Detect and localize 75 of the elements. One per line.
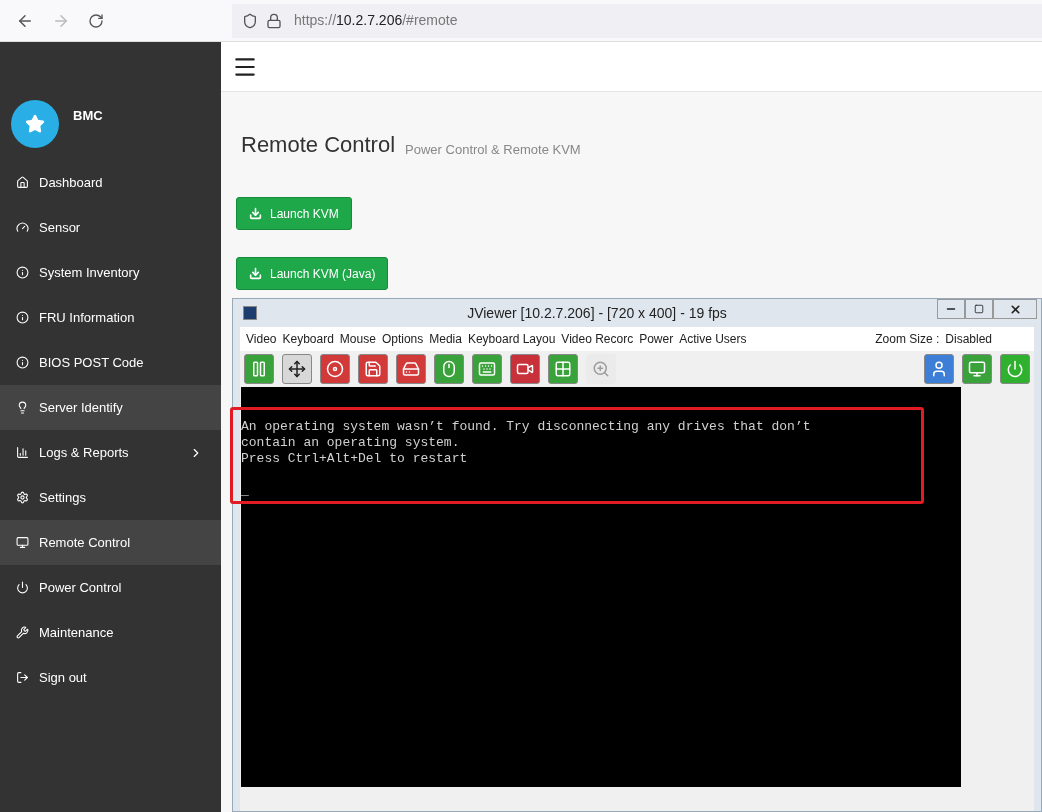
menu-item[interactable]: Options xyxy=(381,330,424,348)
lock-icon xyxy=(266,12,282,29)
page-subtitle: Power Control & Remote KVM xyxy=(405,140,581,159)
toolbar-button[interactable] xyxy=(282,354,312,384)
console-text: An operating system wasn’t found. Try disconnecting any drives that don’t xyxy=(241,419,811,435)
menu-item[interactable]: Keyboard xyxy=(282,330,334,348)
info-icon xyxy=(16,311,29,324)
window-title: JViewer [10.2.7.206] - [720 x 400] - 19 fps xyxy=(466,303,728,323)
sidebar-item[interactable]: Dashboard xyxy=(0,160,221,205)
zoom-value: Disabled xyxy=(945,331,992,348)
floppy-icon xyxy=(364,360,382,378)
toolbar-button[interactable] xyxy=(358,354,388,384)
sidebar-item[interactable]: Remote Control xyxy=(0,520,221,565)
monitor-icon xyxy=(968,360,986,378)
close-icon xyxy=(1008,302,1022,316)
settings-icon xyxy=(16,491,29,504)
home-icon xyxy=(16,176,29,189)
url-text: https://10.2.7.206/#remote xyxy=(294,11,458,30)
brand-name: BMC xyxy=(73,107,103,125)
maximize-icon xyxy=(974,304,984,314)
sidebar-item[interactable]: Logs & Reports xyxy=(0,430,221,475)
lightbulb-icon xyxy=(16,401,29,414)
sidebar-item[interactable]: Sign out xyxy=(0,655,221,700)
sidebar-item[interactable]: Server Identify xyxy=(0,385,221,430)
menu-item[interactable]: Keyboard Layou xyxy=(467,330,556,348)
toolbar-button[interactable] xyxy=(320,354,350,384)
menu-item[interactable]: Media xyxy=(429,330,462,348)
bar-chart-icon xyxy=(16,446,29,459)
drive-icon xyxy=(402,360,420,378)
console-text: _ xyxy=(241,483,249,499)
logo-icon xyxy=(11,100,59,148)
address-bar[interactable]: https://10.2.7.206/#remote xyxy=(232,3,1042,38)
maximize-button[interactable] xyxy=(965,299,993,319)
user-icon xyxy=(930,360,948,378)
info-icon xyxy=(16,356,29,369)
disc-icon xyxy=(326,360,344,378)
menu-item[interactable]: Active Users xyxy=(679,330,747,348)
monitor-icon xyxy=(16,536,29,549)
minimize-button[interactable] xyxy=(937,299,965,319)
app-icon xyxy=(243,306,257,320)
sign-out-icon xyxy=(16,671,29,684)
menu-item[interactable]: Video xyxy=(246,330,277,348)
toolbar-button[interactable] xyxy=(396,354,426,384)
menu-item[interactable]: Video Recorc xyxy=(561,330,634,348)
download-icon xyxy=(249,207,262,220)
shield-icon xyxy=(242,12,258,29)
console-text: contain an operating system. xyxy=(241,435,460,451)
sidebar-item[interactable]: BIOS POST Code xyxy=(0,340,221,385)
sidebar-item[interactable]: Settings xyxy=(0,475,221,520)
menu-item[interactable]: Mouse xyxy=(339,330,376,348)
sidebar-item[interactable]: FRU Information xyxy=(0,295,221,340)
menu-item[interactable]: Power xyxy=(639,330,674,348)
grid-icon xyxy=(554,360,572,378)
toolbar-button[interactable] xyxy=(510,354,540,384)
power-icon xyxy=(16,581,29,594)
keyboard-icon xyxy=(478,360,496,378)
sidebar-item[interactable]: System Inventory xyxy=(0,250,221,295)
sidebar-item[interactable]: Sensor xyxy=(0,205,221,250)
zoom-icon xyxy=(592,360,610,378)
close-button[interactable] xyxy=(993,299,1037,319)
console-text: Press Ctrl+Alt+Del to restart xyxy=(241,451,468,467)
reload-icon[interactable] xyxy=(88,12,104,29)
arrows-icon xyxy=(288,360,306,378)
mouse-icon xyxy=(440,360,458,378)
info-icon xyxy=(16,266,29,279)
download-icon xyxy=(249,267,262,280)
wrench-icon xyxy=(16,626,29,639)
zoom-label: Zoom Size : xyxy=(875,331,940,348)
sidebar-item[interactable]: Power Control xyxy=(0,565,221,610)
gauge-icon xyxy=(16,221,29,234)
sidebar-item[interactable]: Maintenance xyxy=(0,610,221,655)
toolbar-button[interactable] xyxy=(924,354,954,384)
page-title: Remote Control xyxy=(241,131,396,159)
power-icon xyxy=(1006,360,1024,378)
pause-icon xyxy=(250,360,268,378)
